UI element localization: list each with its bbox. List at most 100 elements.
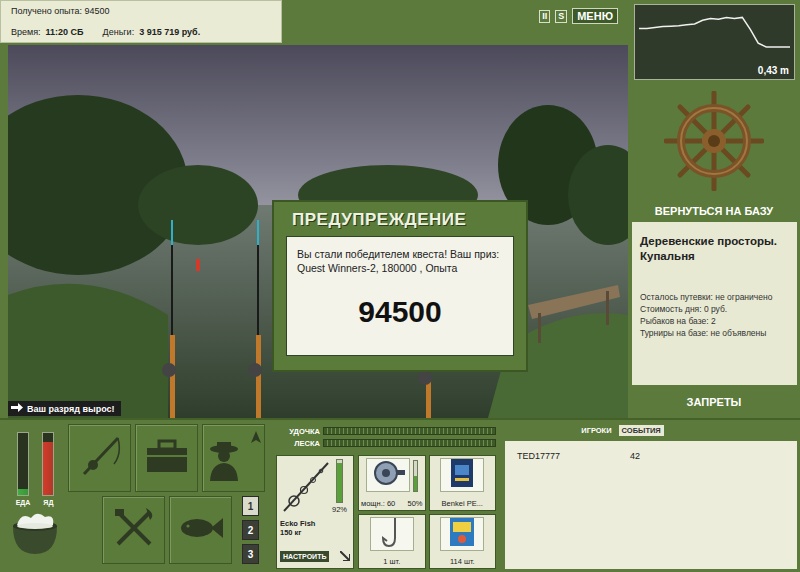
gear-cells: мощн.: 6050% Benkei PE... 1 шт. 114 шт. — [358, 455, 496, 569]
meter-fill — [43, 442, 53, 495]
reel-icon — [369, 458, 407, 492]
base-detail: Осталось путевки: не ограничено — [640, 292, 789, 304]
return-button[interactable]: ВЕРНУТЬСЯ НА БАЗУ — [628, 205, 800, 222]
tackle-box-icon — [144, 438, 190, 478]
rod-capacity: 150 кг — [280, 528, 350, 537]
tension-track — [323, 439, 496, 447]
rod-icon — [280, 459, 330, 519]
base-title: Деревенские просторы. Купальня — [640, 234, 789, 264]
slot-buttons: 1 2 3 — [242, 496, 259, 564]
reel-row — [366, 458, 418, 492]
rod-slot[interactable]: 92%Ecko Fish150 кгНАСТРОИТЬ — [276, 455, 354, 569]
warning-dialog: ПРЕДУПРЕЖДЕНИЕВы стали победителем квест… — [272, 200, 528, 372]
controls: II S МЕНЮ — [539, 0, 628, 24]
dialog-body: Вы стали победителем квеста! Ваш приз: Q… — [286, 236, 514, 356]
catch-button[interactable] — [169, 496, 232, 564]
fork-knife-icon — [112, 506, 156, 554]
bait-pack-icon — [448, 516, 476, 552]
base-details: Осталось путевки: не ограниченоСтоимость… — [640, 292, 789, 340]
fisherman-icon — [207, 441, 241, 485]
rod-condition-fill — [337, 463, 342, 502]
reel-slot[interactable]: мощн.: 6050% — [358, 455, 426, 511]
tackle-box-button[interactable] — [135, 424, 198, 492]
tab[interactable]: ИГРОКИ — [578, 425, 614, 436]
bait-box — [440, 517, 484, 551]
depth-line — [639, 17, 790, 47]
line-name: Benkei PE... — [442, 499, 483, 508]
tab[interactable]: СОБЫТИЯ — [619, 425, 664, 436]
bottom-section: ЕДАЯД123УДОЧКАЛЕСКА92%Ecko Fish150 кгНАС… — [0, 418, 800, 572]
tension-row: УДОЧКА — [276, 425, 496, 437]
rod-icon — [78, 434, 122, 482]
player-name: TED17777 — [517, 451, 630, 461]
sound-button[interactable]: S — [555, 10, 567, 23]
player-row[interactable]: TED1777742 — [517, 451, 785, 461]
icon-row: 1 2 3 — [102, 496, 265, 564]
line-slot[interactable]: Benkei PE... — [429, 455, 497, 511]
base-detail: Стоимость дня: 0 руб. — [640, 304, 789, 316]
game-screen: Получено опыта: 94500Время:11:20 СБДеньг… — [0, 0, 800, 572]
fish-icon — [177, 510, 225, 550]
wheel-button[interactable] — [628, 80, 800, 205]
tension-label: ЛЕСКА — [276, 439, 320, 448]
configure-row: НАСТРОИТЬ — [280, 547, 350, 565]
top-bar: Получено опыта: 94500Время:11:20 СБДеньг… — [0, 0, 628, 45]
diagonal-arrow-icon — [340, 547, 350, 565]
hook-count: 1 шт. — [383, 557, 400, 566]
reel-wear-fill — [414, 476, 417, 491]
hook-slot[interactable]: 1 шт. — [358, 514, 426, 570]
main-column: Получено опыта: 94500Время:11:20 СБДеньг… — [0, 0, 628, 418]
pause-button[interactable]: II — [539, 10, 550, 23]
depth-reading: 0,43 m — [758, 65, 789, 76]
actions-panel: ЕДАЯД 1 2 3 — [0, 420, 272, 572]
bans-bar: ЗАПРЕТЫ — [628, 385, 800, 418]
top-section: Получено опыта: 94500Время:11:20 СБДеньг… — [0, 0, 800, 418]
base-detail: Рыбаков на базе: 2 — [640, 316, 789, 328]
arrow-up-icon — [251, 429, 261, 447]
fisherman-button[interactable] — [202, 424, 265, 492]
tackle-panel: УДОЧКАЛЕСКА92%Ecko Fish150 кгНАСТРОИТЬмо… — [272, 420, 500, 572]
status-box: Получено опыта: 94500Время:11:20 СБДеньг… — [0, 0, 282, 43]
meter-label: ЯД — [43, 499, 53, 506]
tabs: ИГРОКИ СОБЫТИЯ — [505, 425, 797, 436]
tension-row: ЛЕСКА — [276, 437, 496, 449]
slot-button[interactable]: 2 — [242, 520, 259, 540]
player-list: TED1777742 — [505, 441, 797, 569]
icon-grid: 1 2 3 — [68, 424, 265, 572]
money-label: Деньги: — [103, 27, 135, 37]
rods-button[interactable] — [68, 424, 131, 492]
reel-box — [366, 458, 410, 492]
notification-text: Ваш разряд вырос! — [27, 404, 115, 414]
food-button[interactable] — [102, 496, 165, 564]
meter: ЯД — [42, 432, 54, 506]
money-value: 3 915 719 руб. — [139, 27, 200, 37]
side-panel: 0,43 m ВЕРНУТЬСЯ НА БАЗУ Деревенские прост… — [628, 0, 800, 418]
meter-color — [18, 489, 28, 495]
icon-row — [68, 424, 265, 492]
slot-button[interactable]: 3 — [242, 544, 259, 564]
rank-notification[interactable]: Ваш разряд вырос! — [8, 401, 121, 416]
bait-slot[interactable]: 114 шт. — [429, 514, 497, 570]
gear: 92%Ecko Fish150 кгНАСТРОИТЬмощн.: 6050%B… — [276, 455, 496, 569]
meter-color — [43, 442, 53, 495]
line-box — [440, 458, 484, 492]
menu-button[interactable]: МЕНЮ — [572, 8, 618, 24]
hook-box — [370, 517, 414, 551]
base-detail: Турниры на базе: не объявлены — [640, 328, 789, 340]
slot-button[interactable]: 1 — [242, 496, 259, 516]
reel-power: мощн.: 60 — [361, 499, 395, 508]
dialog-value: 94500 — [297, 295, 503, 329]
time-value: 11:20 СБ — [46, 27, 84, 37]
meter-track — [42, 432, 54, 496]
reel-labels: мощн.: 6050% — [361, 499, 423, 508]
bans-button[interactable]: ЗАПРЕТЫ — [687, 396, 742, 408]
meters: ЕДАЯД — [16, 432, 55, 506]
scene-frame: ПРЕДУПРЕЖДЕНИЕВы стали победителем квест… — [0, 45, 628, 418]
configure-button[interactable]: НАСТРОИТЬ — [280, 551, 329, 562]
rod-name: Ecko Fish — [280, 519, 350, 528]
line-spool-icon — [449, 457, 475, 493]
meter-fill — [18, 489, 28, 495]
bait-count: 114 шт. — [450, 557, 475, 566]
tension-track — [323, 427, 496, 435]
fishing-scene[interactable]: ПРЕДУПРЕЖДЕНИЕВы стали победителем квест… — [8, 45, 628, 418]
